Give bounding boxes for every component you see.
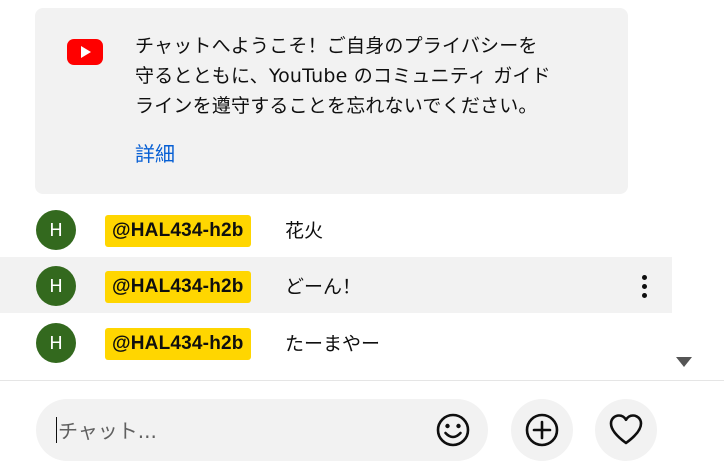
- menu-dot: [641, 292, 647, 298]
- scroll-down-arrow-icon[interactable]: [676, 357, 692, 367]
- like-button[interactable]: [595, 399, 657, 461]
- author-name[interactable]: @HAL434-h2b: [105, 328, 251, 360]
- welcome-line-1: チャットへようこそ！ご自身のプライバシーを: [135, 35, 538, 57]
- add-circle-icon: [525, 413, 559, 447]
- welcome-banner: チャットへようこそ！ご自身のプライバシーを 守るとともに、YouTube のコミ…: [35, 8, 628, 194]
- chat-message[interactable]: H @HAL434-h2b 花火: [0, 201, 672, 257]
- chat-input-container[interactable]: [36, 399, 488, 461]
- live-chat-panel: チャットへようこそ！ご自身のプライバシーを 守るとともに、YouTube のコミ…: [0, 0, 724, 469]
- text-caret: [56, 417, 57, 443]
- author-name[interactable]: @HAL434-h2b: [105, 215, 251, 247]
- avatar[interactable]: H: [36, 323, 76, 363]
- author-name[interactable]: @HAL434-h2b: [105, 271, 251, 303]
- heart-icon: [609, 414, 643, 445]
- chat-message[interactable]: H @HAL434-h2b どーん！: [0, 257, 672, 313]
- menu-dot: [641, 283, 647, 289]
- welcome-message: チャットへようこそ！ご自身のプライバシーを 守るとともに、YouTube のコミ…: [135, 31, 603, 121]
- menu-dot: [641, 274, 647, 280]
- super-chat-button[interactable]: [511, 399, 573, 461]
- message-text: たーまやー: [285, 333, 381, 355]
- chat-input[interactable]: [56, 411, 430, 451]
- smiley-face-icon[interactable]: [433, 410, 473, 450]
- welcome-line-2: 守るとともに、YouTube のコミュニティ ガイド: [135, 65, 551, 87]
- avatar[interactable]: H: [36, 266, 76, 306]
- divider: [0, 380, 724, 381]
- chat-message-list[interactable]: チャットへようこそ！ご自身のプライバシーを 守るとともに、YouTube のコミ…: [0, 0, 672, 380]
- more-vertical-icon[interactable]: [630, 269, 658, 303]
- details-link[interactable]: 詳細: [135, 138, 175, 167]
- message-text: 花火: [285, 220, 324, 242]
- message-text: どーん！: [285, 276, 362, 298]
- welcome-line-3: ラインを遵守することを忘れないでください。: [135, 95, 538, 117]
- chat-message[interactable]: H @HAL434-h2b たーまやー: [0, 314, 672, 370]
- avatar[interactable]: H: [36, 210, 76, 250]
- youtube-logo-icon: [67, 39, 103, 65]
